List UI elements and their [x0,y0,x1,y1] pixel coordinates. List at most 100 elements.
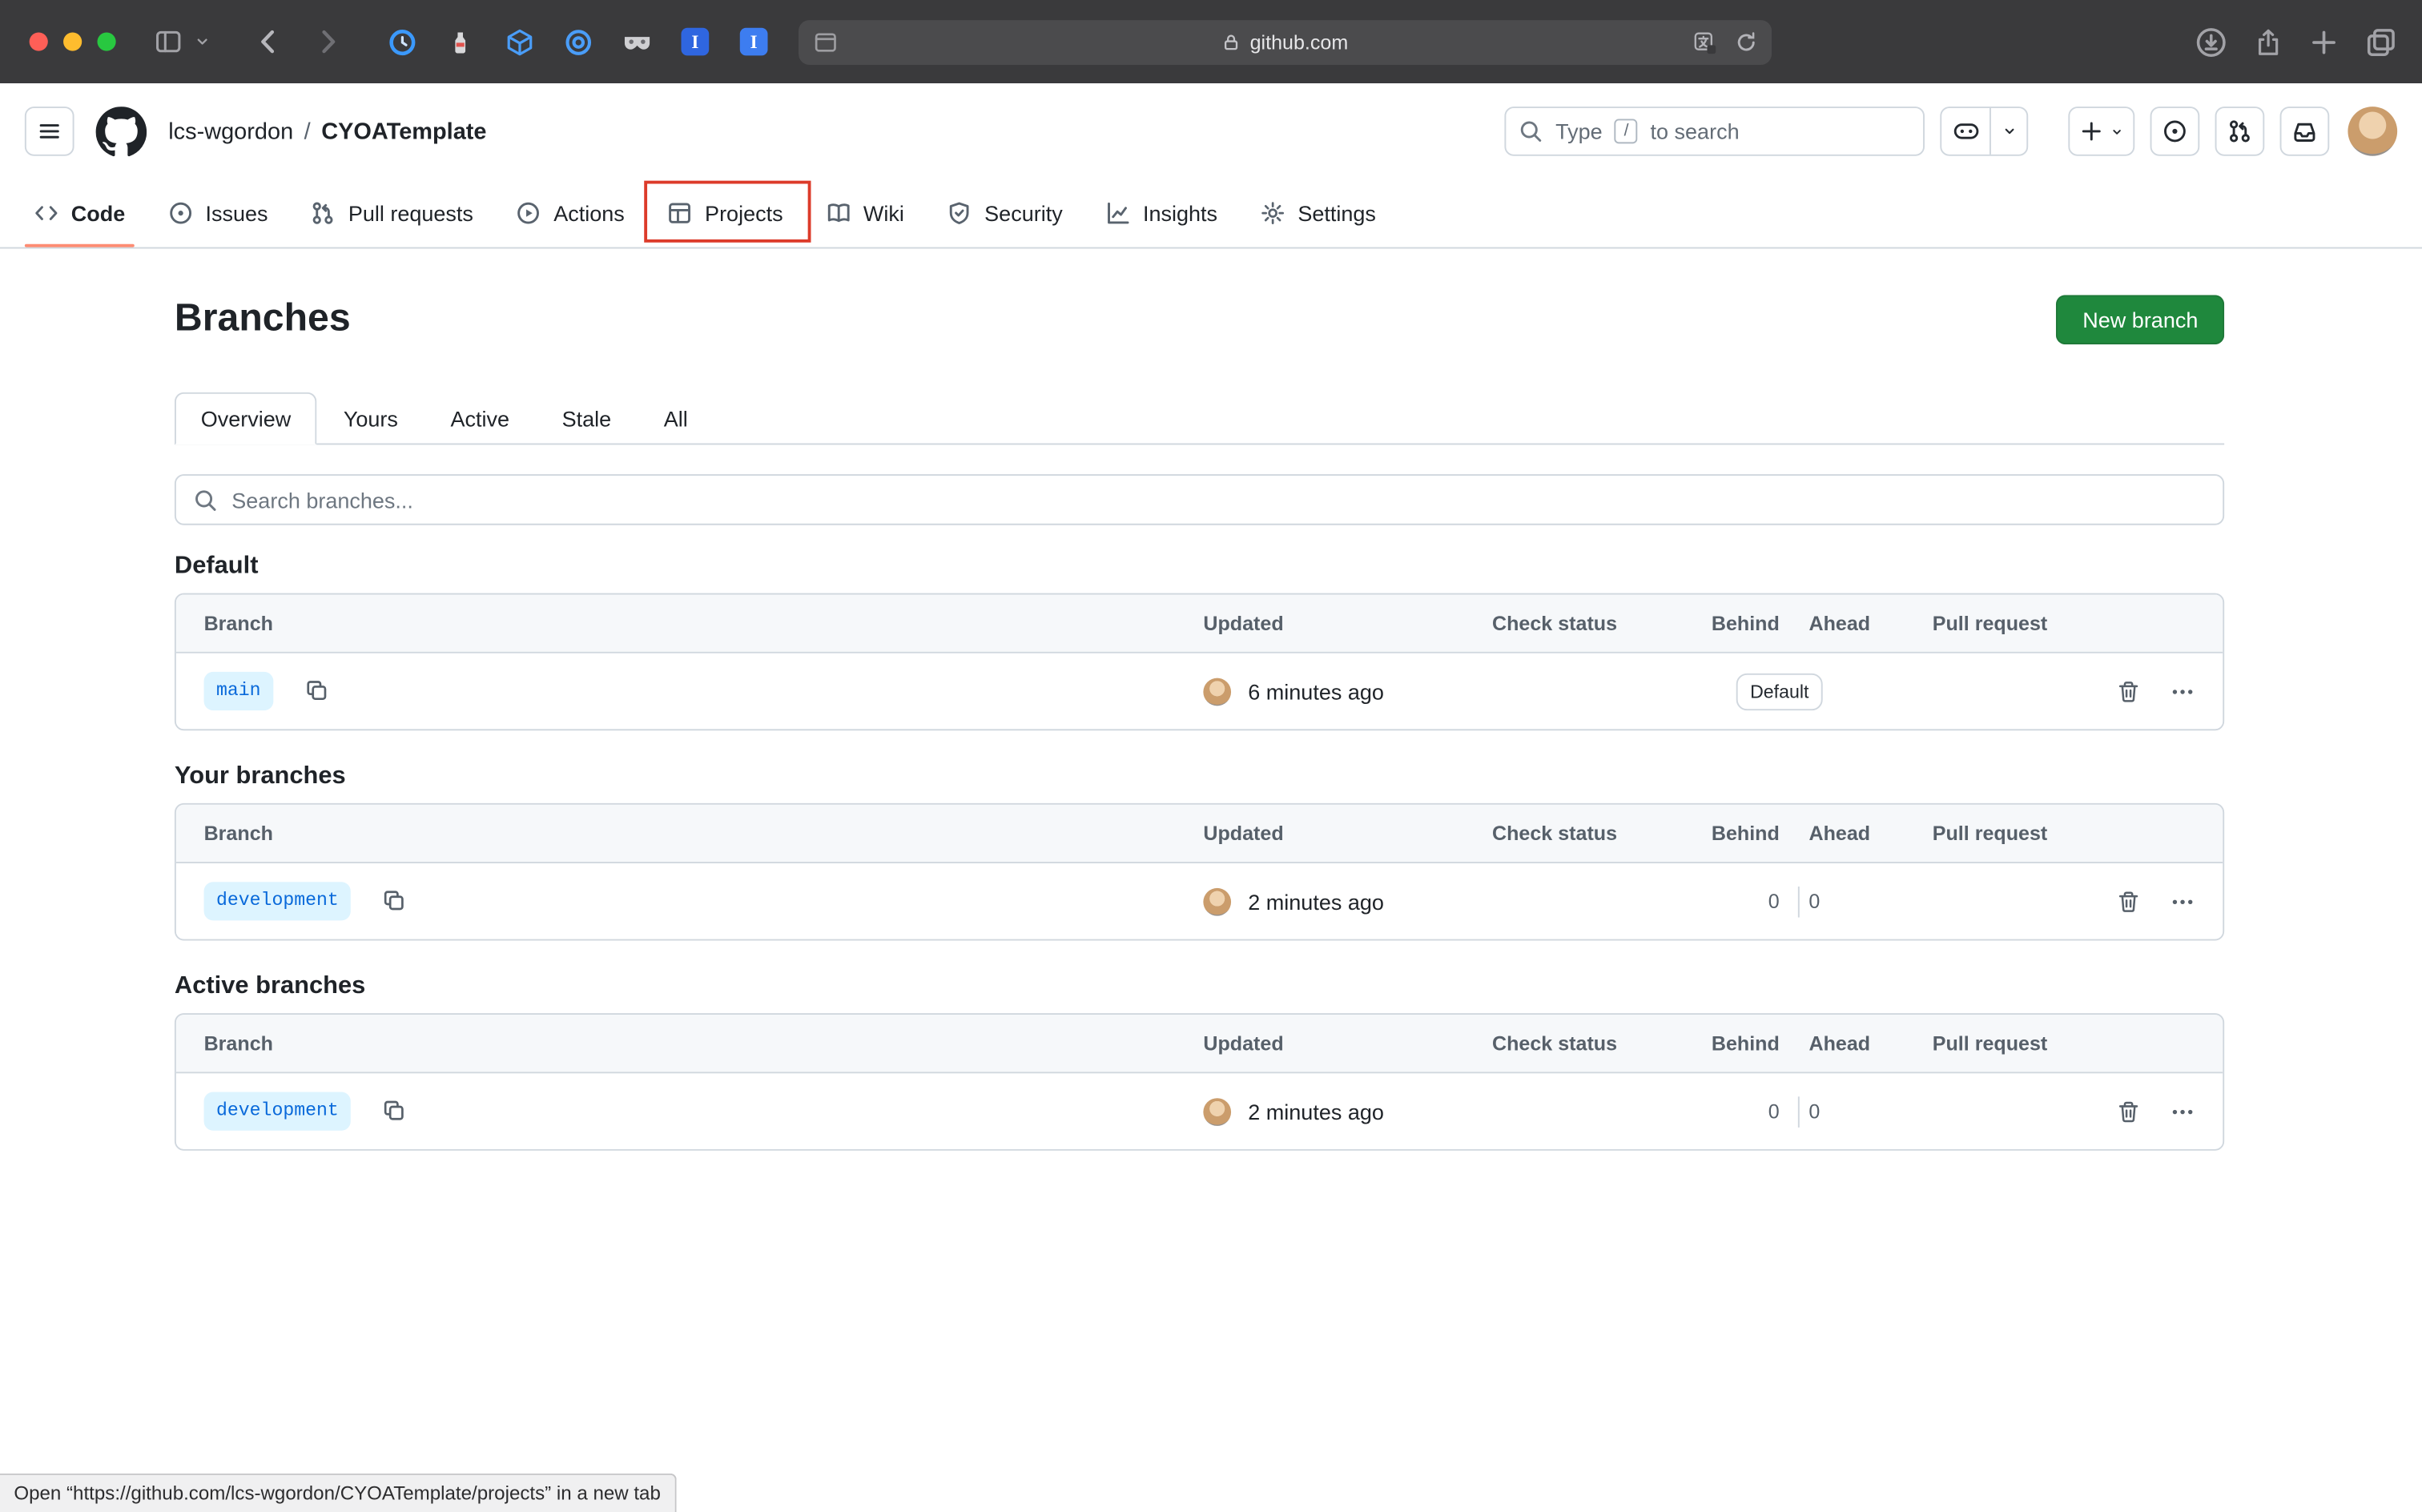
subtab-yours[interactable]: Yours [317,392,424,445]
create-new-button[interactable] [2068,107,2134,156]
address-bar[interactable]: github.com [799,20,1772,65]
sidebar-icon [153,28,184,56]
branch-menu-button[interactable] [2166,884,2199,918]
bottle-extension-button[interactable] [443,23,477,60]
tab-label: Settings [1298,201,1376,226]
copy-branch-name-button[interactable] [382,1099,407,1124]
pull-requests-dashboard-button[interactable] [2215,107,2265,156]
global-search-input[interactable]: Type / to search [1504,107,1925,156]
back-button[interactable] [253,26,284,58]
clock-extension-icon [387,27,416,57]
play-circle-icon [517,201,541,226]
updated-time: 2 minutes ago [1248,1099,1384,1124]
branch-name-link[interactable]: development [204,1092,352,1130]
zoom-window-button[interactable] [97,32,115,50]
tab-code[interactable]: Code [12,179,147,247]
tab-projects[interactable]: Projects [646,179,805,247]
page-title: Branches [175,296,351,341]
gear-icon [1261,201,1285,226]
github-logo-icon[interactable] [96,106,147,157]
chevron-down-icon[interactable] [1991,108,2026,155]
subtab-overview[interactable]: Overview [175,392,317,445]
new-tab-button[interactable] [2309,27,2339,57]
new-branch-button[interactable]: New branch [2057,294,2225,344]
breadcrumb-repo-link[interactable]: CYOATemplate [321,119,486,145]
copilot-button[interactable] [1940,107,2028,156]
branch-name-link[interactable]: main [204,673,273,710]
tab-pull-requests[interactable]: Pull requests [290,179,495,247]
ahead-count: 0 [1808,1100,1889,1123]
column-header-check-status: Check status [1492,612,1712,635]
column-header-pull-request: Pull request [1933,612,2066,635]
subtab-active[interactable]: Active [424,392,536,445]
target-extension-icon [563,27,593,57]
user-avatar[interactable] [2348,107,2397,156]
page-icon[interactable] [812,30,839,56]
column-header-ahead: Ahead [1808,1031,1889,1055]
kebab-icon [2171,679,2195,704]
window-controls [30,32,116,50]
breadcrumb-owner-link[interactable]: lcs-wgordon [168,119,293,145]
instapaper-extension-button[interactable]: I [678,23,712,60]
translate-icon[interactable] [1693,30,1718,55]
slash-key-hint: / [1615,119,1638,143]
column-header-ahead: Ahead [1808,822,1889,845]
tab-label: Issues [205,201,268,226]
behind-count: 0 [1712,1100,1780,1123]
sidebar-toggle-button[interactable] [153,28,184,56]
share-button[interactable] [2254,26,2283,58]
copy-branch-name-button[interactable] [304,679,329,704]
issues-dashboard-button[interactable] [2150,107,2200,156]
instapaper-alt-extension-button[interactable]: I [737,23,770,60]
global-nav-menu-button[interactable] [25,107,74,156]
link-status-bar: Open “https://github.com/lcs-wgordon/CYO… [0,1474,676,1512]
delete-branch-button[interactable] [2111,674,2145,708]
tab-settings[interactable]: Settings [1239,179,1398,247]
downloads-button[interactable] [2195,26,2227,58]
inbox-button[interactable] [2280,107,2330,156]
branch-menu-button[interactable] [2166,1094,2199,1128]
tab-security[interactable]: Security [926,179,1084,247]
copy-icon [382,1099,407,1124]
trash-icon [2116,889,2141,914]
search-icon [1519,119,1543,143]
minimize-window-button[interactable] [63,32,82,50]
sidebar-menu-button[interactable] [195,35,210,47]
instapaper-extension-icon: I [681,28,709,56]
subtab-all[interactable]: All [638,392,714,445]
search-branches-input[interactable] [231,487,2206,512]
target-extension-button[interactable] [561,23,594,60]
tab-insights[interactable]: Insights [1084,179,1239,247]
table-header-row: Branch Updated Check status Behind Ahead… [176,805,2223,863]
tab-issues[interactable]: Issues [147,179,289,247]
delete-branch-button[interactable] [2111,1094,2145,1128]
committer-avatar [1203,678,1231,706]
close-window-button[interactable] [30,32,48,50]
copy-icon [304,679,329,704]
tab-wiki[interactable]: Wiki [805,179,926,247]
branch-menu-button[interactable] [2166,674,2199,708]
behind-ahead-divider [1798,1096,1800,1127]
reload-icon[interactable] [1735,31,1758,54]
goggles-extension-button[interactable] [619,23,653,60]
cube-extension-button[interactable] [502,23,536,60]
tabs-overview-button[interactable] [2365,26,2398,58]
tab-actions[interactable]: Actions [495,179,646,247]
clock-extension-button[interactable] [384,23,418,60]
tab-label: Code [71,201,125,226]
forward-button[interactable] [312,26,344,58]
chevron-down-icon [2110,108,2123,155]
branches-page: Branches New branch Overview Yours Activ… [175,293,2224,1150]
kebab-icon [2171,1099,2195,1124]
subtab-stale[interactable]: Stale [536,392,638,445]
tab-label: Insights [1143,201,1217,226]
projects-table-icon [668,201,693,226]
trash-icon [2116,679,2141,704]
trash-icon [2116,1099,2141,1124]
delete-branch-button[interactable] [2111,884,2145,918]
branch-name-link[interactable]: development [204,883,352,920]
issue-icon [168,201,193,226]
copy-branch-name-button[interactable] [382,889,407,914]
section-heading: Default [175,553,2224,581]
search-icon [193,487,218,512]
